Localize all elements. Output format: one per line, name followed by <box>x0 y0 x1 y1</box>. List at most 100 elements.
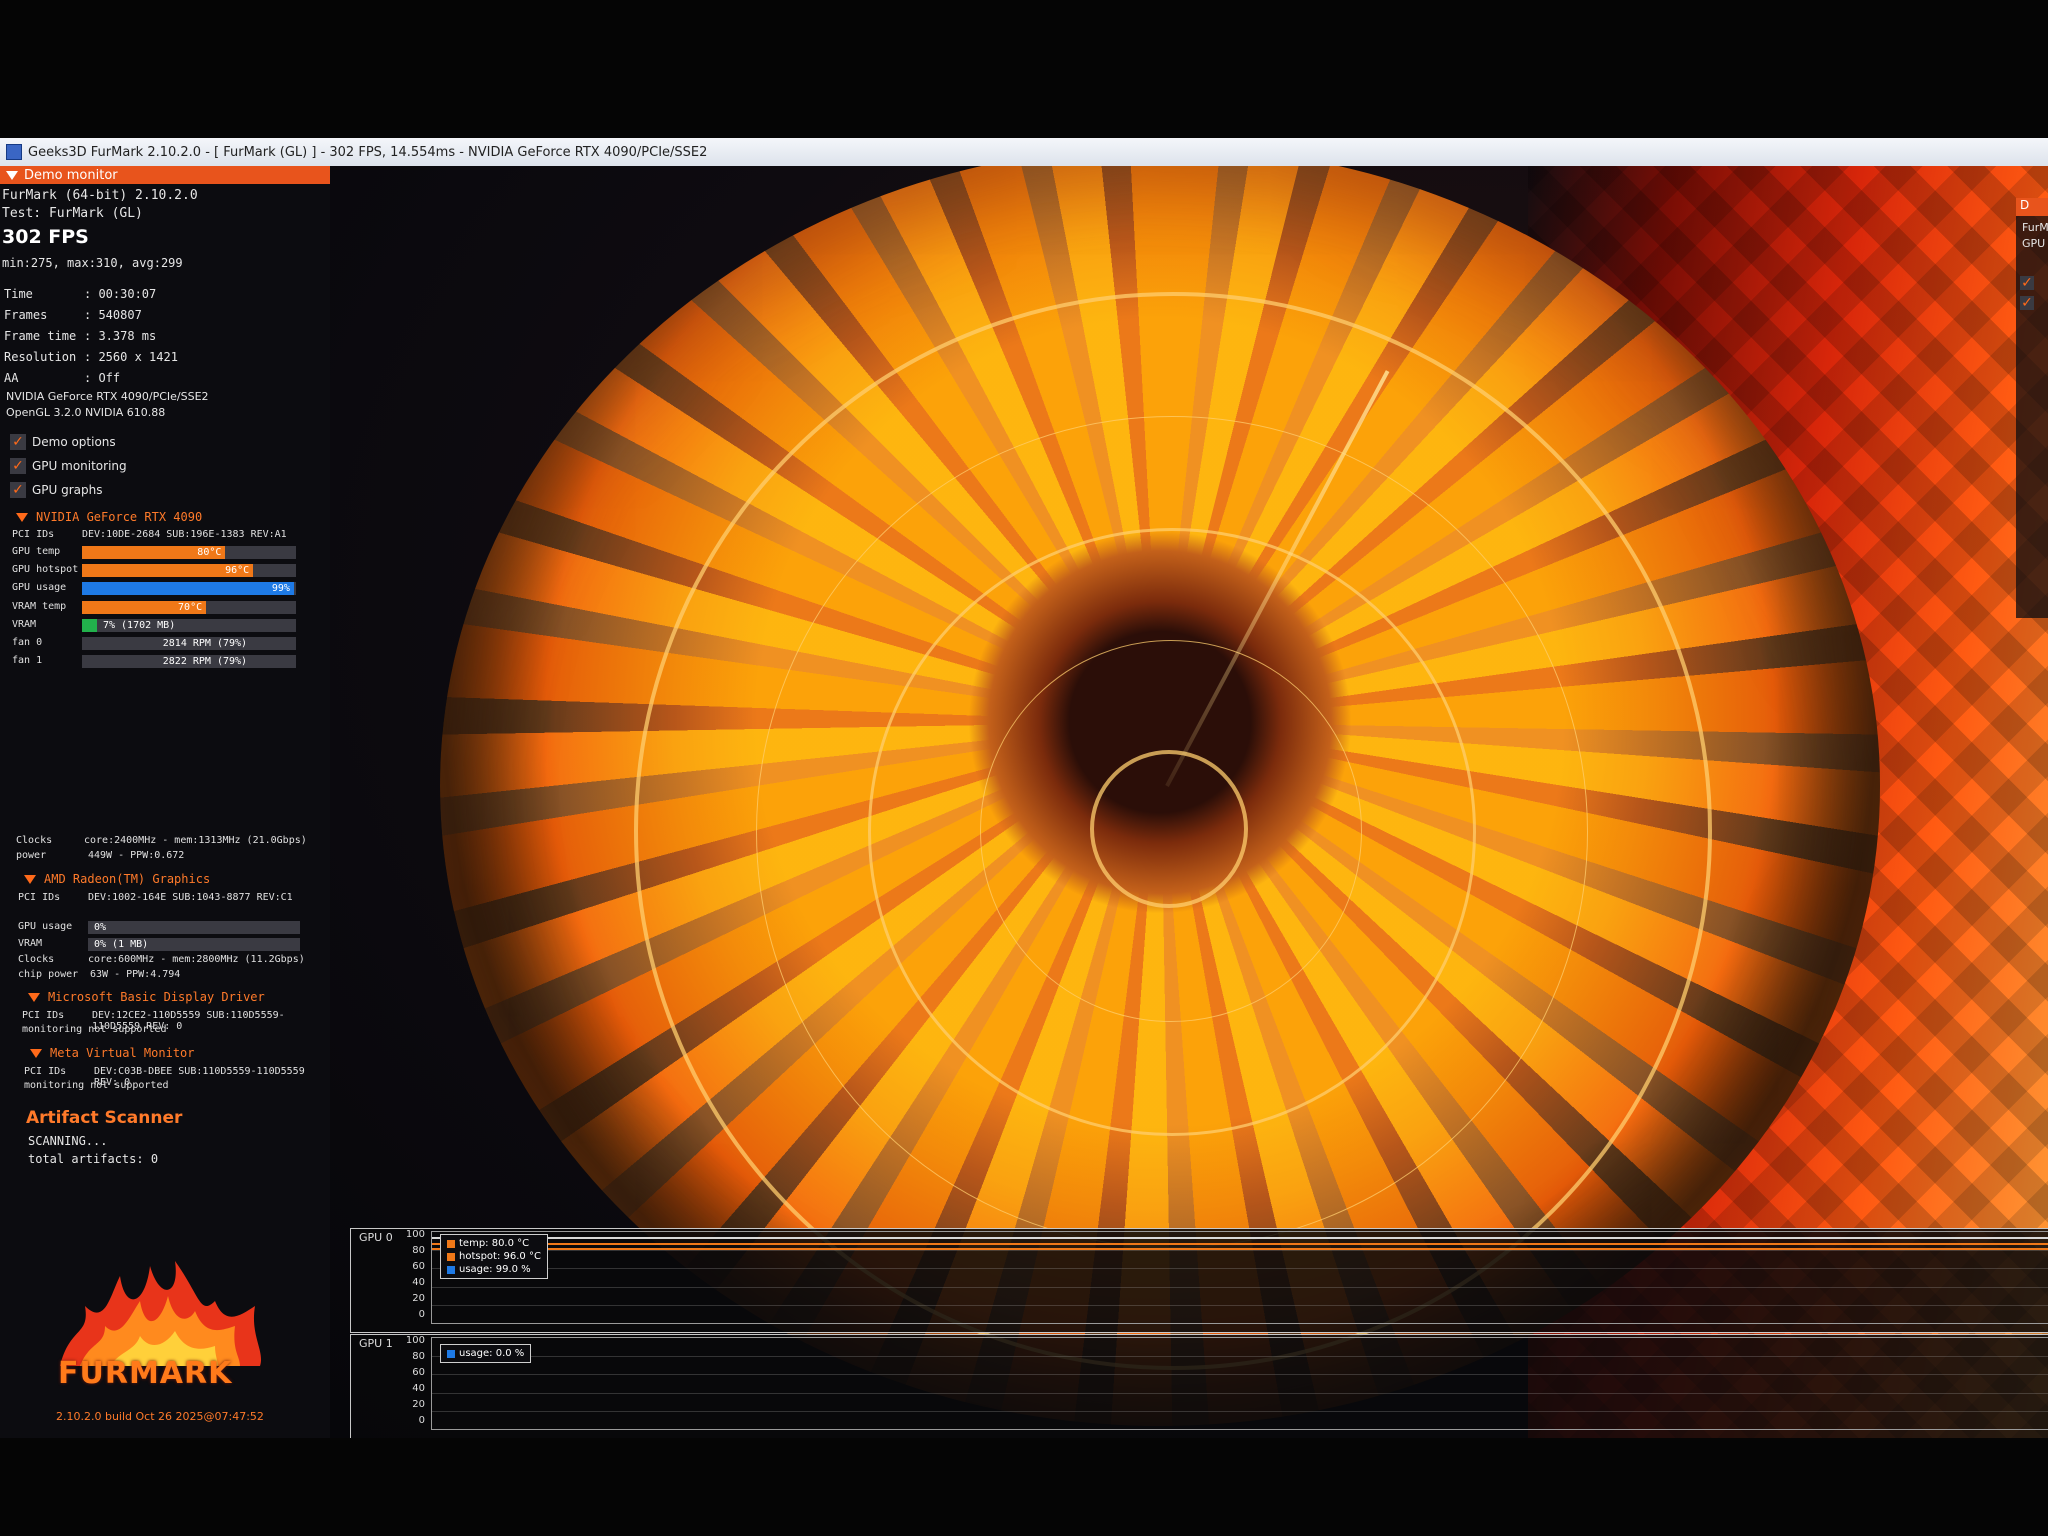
legend-item: temp: 80.0 °C <box>447 1237 541 1250</box>
demo-options-checkbox[interactable]: ✓ <box>10 434 26 450</box>
power-label: power <box>16 850 47 861</box>
y-tick-label: 40 <box>412 1383 425 1394</box>
right-panel-text: FurM GPU <box>2016 216 2048 252</box>
y-tick-label: 60 <box>412 1261 425 1272</box>
info-label-time: Time <box>4 287 33 301</box>
info-label-frames: Frames <box>4 308 48 322</box>
y-tick-label: 80 <box>412 1351 425 1362</box>
grid-line <box>432 1304 2048 1306</box>
gpu-name-msbasic: Microsoft Basic Display Driver <box>48 990 265 1004</box>
legend-text: usage: 0.0 % <box>459 1348 525 1359</box>
right-panel-line-2: GPU <box>2022 237 2046 250</box>
info-values: : 00:30:07 : 540807 : 3.378 ms : 2560 x … <box>84 284 178 389</box>
collapse-triangle-icon[interactable] <box>6 170 18 180</box>
y-tick-label: 0 <box>418 1415 425 1426</box>
demo-monitor-panel: Demo monitor FurMark (64-bit) 2.10.2.0 T… <box>0 166 330 1438</box>
gpu-section-msbasic[interactable]: Microsoft Basic Display Driver <box>28 990 265 1004</box>
gpu-section-meta[interactable]: Meta Virtual Monitor <box>30 1046 195 1060</box>
app-version-line: FurMark (64-bit) 2.10.2.0 <box>2 188 198 203</box>
right-panel-checkbox-2[interactable]: ✓ <box>2020 295 2034 311</box>
legend-swatch <box>447 1265 455 1274</box>
sensor-value: 80°C <box>197 547 222 558</box>
build-info: 2.10.2.0 build Oct 26 2025@07:47:52 <box>56 1410 264 1423</box>
grid-line <box>432 1356 2048 1358</box>
sensor-bar: 70°C <box>82 600 296 614</box>
graph-legend: temp: 80.0 °C hotspot: 96.0 °C usage: 99.0… <box>440 1234 548 1279</box>
window-titlebar[interactable]: Geeks3D FurMark 2.10.2.0 - [ FurMark (GL… <box>0 138 2048 166</box>
gpu-monitoring-checkbox[interactable]: ✓ <box>10 458 26 474</box>
pci-ids-nvidia: DEV:10DE-2684 SUB:196E-1383 REV:A1 <box>82 529 287 540</box>
sensor-value: 96°C <box>225 565 250 577</box>
checkmark-icon: ✓ <box>12 434 24 450</box>
right-panel-checkbox-1[interactable]: ✓ <box>2020 275 2034 291</box>
gpu-section-nvidia[interactable]: NVIDIA GeForce RTX 4090 <box>16 510 202 524</box>
collapse-triangle-icon[interactable] <box>28 993 40 1002</box>
graph-plot-area: usage: 0.0 % <box>431 1337 2048 1430</box>
gpu-name-amd: AMD Radeon(TM) Graphics <box>44 872 211 886</box>
info-label-aa: AA <box>4 371 19 385</box>
gpu-graphs-checkbox[interactable]: ✓ <box>10 482 26 498</box>
info-value-aa: : Off <box>84 371 121 385</box>
gpu-section-amd[interactable]: AMD Radeon(TM) Graphics <box>24 872 210 886</box>
legend-item: hotspot: 96.0 °C <box>447 1250 541 1263</box>
checkmark-icon: ✓ <box>12 458 24 474</box>
sensor-value: 70°C <box>178 601 203 613</box>
collapse-triangle-icon[interactable] <box>30 1049 42 1058</box>
sensor-label: VRAM <box>12 618 37 630</box>
legend-text: usage: 99.0 % <box>459 1264 531 1275</box>
usage-line <box>432 1237 2048 1240</box>
fps-stats: min:275, max:310, avg:299 <box>2 256 183 270</box>
sensor-label: GPU hotspot <box>12 564 79 576</box>
app-icon <box>6 144 22 160</box>
sensor-bar: 0% (1 MB) <box>88 938 300 951</box>
sensor-bar: 2822 RPM (79%) <box>82 655 296 669</box>
sensor-value: 99% <box>271 583 290 595</box>
y-tick-label: 100 <box>405 1335 425 1346</box>
sensor-label: VRAM temp <box>12 600 67 612</box>
pci-label: PCI IDs <box>18 892 61 903</box>
info-value-frames: : 540807 <box>84 308 142 322</box>
artifact-count: total artifacts: 0 <box>28 1152 159 1166</box>
collapse-triangle-icon[interactable] <box>16 513 28 522</box>
legend-item: usage: 99.0 % <box>447 1263 541 1276</box>
artifact-scanner-title: Artifact Scanner <box>26 1108 183 1128</box>
gpu-monitoring-label[interactable]: GPU monitoring <box>32 459 127 473</box>
clocks-label: Clocks <box>16 835 53 846</box>
monitoring-note-meta: monitoring not supported <box>24 1080 169 1091</box>
power-label: chip power <box>18 969 79 980</box>
gpu-graphs-label[interactable]: GPU graphs <box>32 483 103 497</box>
temp-line <box>432 1248 2048 1251</box>
pci-label: PCI IDs <box>22 1010 65 1021</box>
sensor-bar: 2814 RPM (79%) <box>82 637 296 650</box>
gpu-graph-0: GPU 0 100 80 60 40 20 0 temp: 80.0 °C hotspot:… <box>350 1228 2048 1333</box>
right-side-panel: D FurM GPU ✓ ✓ <box>2016 198 2048 618</box>
legend-text: temp: 80.0 °C <box>459 1238 530 1249</box>
radar-ring-inner <box>1090 750 1248 908</box>
sensor-bar: 80°C <box>82 546 296 559</box>
graph-title: GPU 0 <box>359 1231 393 1244</box>
furmark-logo-text: FURMARK <box>58 1356 233 1391</box>
y-tick-label: 80 <box>412 1245 425 1256</box>
right-panel-line-1: FurM <box>2022 221 2048 234</box>
legend-swatch <box>447 1349 455 1358</box>
clocks-nvidia: core:2400MHz - mem:1313MHz (21.0Gbps) <box>84 835 307 846</box>
y-tick-label: 100 <box>405 1229 425 1240</box>
artifact-scanner-status: SCANNING... <box>28 1134 108 1148</box>
grid-line <box>432 1286 2048 1288</box>
grid-line <box>432 1410 2048 1412</box>
legend-text: hotspot: 96.0 °C <box>459 1251 541 1262</box>
screen: Geeks3D FurMark 2.10.2.0 - [ FurMark (GL… <box>0 138 2048 1438</box>
grid-line <box>432 1374 2048 1376</box>
demo-options-label[interactable]: Demo options <box>32 435 116 449</box>
demo-monitor-header[interactable]: Demo monitor <box>0 166 330 184</box>
window-title: Geeks3D FurMark 2.10.2.0 - [ FurMark (GL… <box>28 144 708 160</box>
collapse-triangle-icon[interactable] <box>24 875 36 884</box>
sensor-value: 7% (1702 MB) <box>102 619 176 631</box>
right-panel-header[interactable]: D <box>2016 198 2048 216</box>
sensor-bar-fill <box>82 618 97 632</box>
sensor-label: GPU usage <box>18 921 73 932</box>
gpu-name-meta: Meta Virtual Monitor <box>50 1046 195 1060</box>
sensor-label: VRAM <box>18 938 43 949</box>
y-tick-label: 20 <box>412 1399 425 1410</box>
info-labels: Time Frames Frame time Resolution AA <box>4 284 76 389</box>
